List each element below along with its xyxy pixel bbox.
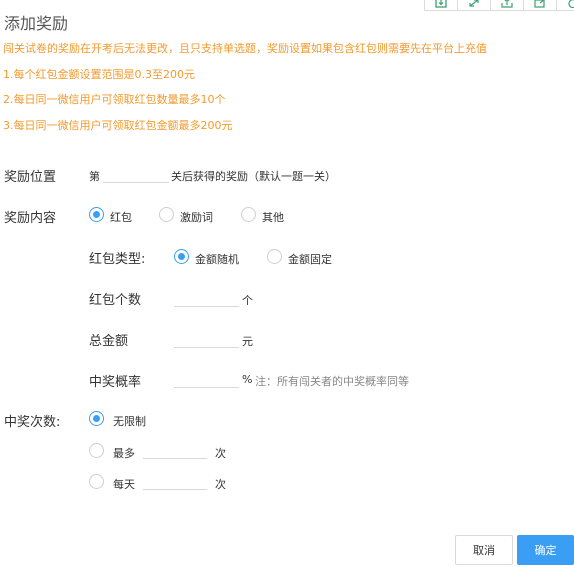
radio-encouragement[interactable]	[159, 207, 174, 222]
dialog-title: 添加奖励	[4, 14, 69, 33]
download-button[interactable]	[424, 0, 458, 11]
export-icon	[534, 0, 545, 8]
packet-type-label: 红包类型:	[89, 252, 146, 267]
radio-random-amount[interactable]	[174, 249, 189, 264]
win-probability-note: 注：所有闯关者的中奖概率同等	[255, 375, 409, 388]
refresh-button[interactable]	[556, 0, 574, 11]
radio-at-most-label: 最多	[113, 447, 135, 460]
reward-position-input[interactable]	[103, 166, 169, 183]
notice-rule-3: 3.每日同一微信用户可领取红包金额最多200元	[3, 119, 233, 132]
radio-other[interactable]	[241, 207, 256, 222]
radio-fixed-amount-label: 金额固定	[288, 253, 332, 266]
reward-position-suffix: 关后获得的奖励（默认一题一关）	[171, 170, 336, 183]
packet-count-unit: 个	[242, 294, 253, 307]
download-icon	[435, 0, 447, 8]
radio-other-label: 其他	[262, 211, 284, 224]
total-amount-input[interactable]	[174, 331, 239, 348]
at-most-unit: 次	[215, 447, 226, 460]
reward-content-label: 奖励内容	[4, 211, 57, 226]
radio-red-packet[interactable]	[89, 207, 104, 222]
total-amount-label: 总金额	[89, 334, 129, 349]
win-probability-unit: %	[242, 373, 253, 386]
confirm-button[interactable]: 确定	[517, 535, 574, 565]
reward-position-label: 奖励位置	[4, 170, 57, 185]
radio-encouragement-label: 激励词	[180, 211, 213, 224]
radio-per-day-label: 每天	[113, 478, 135, 491]
radio-fixed-amount[interactable]	[267, 249, 282, 264]
notice-rule-1: 1.每个红包金额设置范围是0.3至200元	[3, 68, 195, 81]
win-probability-input[interactable]	[174, 371, 239, 388]
upload-icon	[501, 0, 513, 8]
packet-count-label: 红包个数	[89, 293, 142, 308]
notice-rule-2: 2.每日同一微信用户可领取红包数量最多10个	[3, 93, 226, 106]
radio-random-amount-label: 金额随机	[195, 253, 239, 266]
total-amount-unit: 元	[242, 335, 253, 348]
radio-unlimited-label: 无限制	[113, 415, 146, 428]
win-probability-label: 中奖概率	[89, 375, 142, 390]
refresh-icon	[568, 0, 574, 8]
per-day-input[interactable]	[143, 473, 207, 490]
at-most-input[interactable]	[143, 442, 207, 459]
radio-unlimited[interactable]	[89, 411, 104, 426]
radio-at-most[interactable]	[89, 443, 104, 458]
expand-icon	[469, 0, 479, 7]
reward-position-prefix: 第	[89, 170, 100, 183]
radio-red-packet-label: 红包	[110, 211, 132, 224]
notice-main: 闯关试卷的奖励在开考后无法更改，且只支持单选题，奖励设置如果包含红包则需要先在平…	[3, 42, 487, 55]
radio-per-day[interactable]	[89, 474, 104, 489]
win-times-label: 中奖次数:	[4, 415, 61, 430]
expand-button[interactable]	[457, 0, 491, 11]
export-button[interactable]	[523, 0, 557, 11]
per-day-unit: 次	[215, 478, 226, 491]
packet-count-input[interactable]	[174, 290, 239, 307]
cancel-button[interactable]: 取消	[455, 535, 513, 565]
toolbar	[424, 0, 574, 11]
upload-button[interactable]	[490, 0, 524, 11]
